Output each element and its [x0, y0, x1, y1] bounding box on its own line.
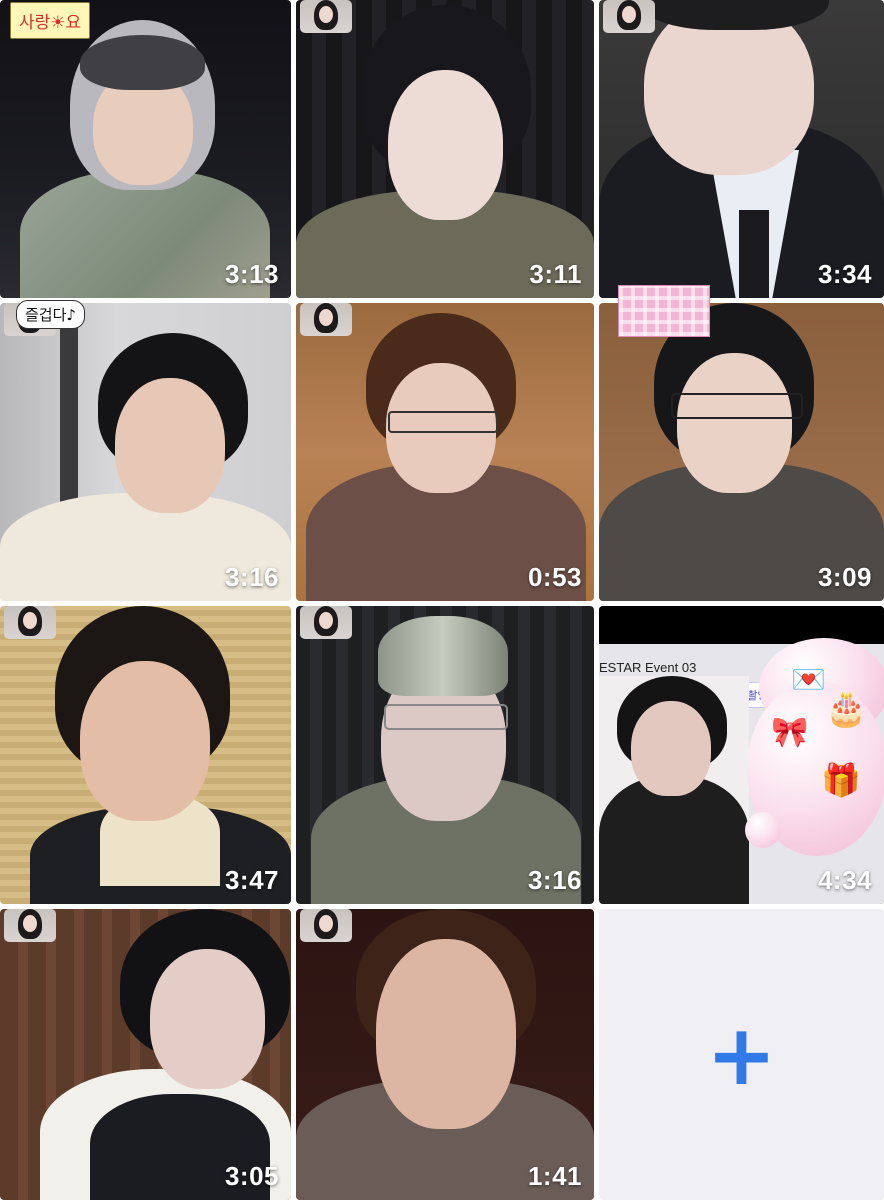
- video-tile[interactable]: 3:13: [0, 0, 291, 298]
- video-tile[interactable]: 3:09: [599, 303, 884, 601]
- video-tile[interactable]: 3:47: [0, 606, 291, 904]
- self-view-pip: [4, 909, 56, 942]
- video-tile[interactable]: 1:41: [296, 909, 594, 1200]
- video-duration: 3:16: [527, 865, 582, 895]
- video-duration: 4:34: [817, 865, 872, 895]
- video-thumbnail: [296, 909, 594, 1200]
- video-thumbnail: ESTAR Event 03 공 사진 촬영이 시작 💌 🎂 🎀 🎁: [599, 606, 884, 904]
- video-duration: 3:47: [224, 865, 279, 895]
- self-view-pip: [4, 606, 56, 639]
- ribbon-icon: 🎀: [771, 715, 809, 750]
- self-view-pip: [300, 909, 352, 942]
- video-thumbnail: [0, 606, 291, 904]
- video-tile[interactable]: 0:53: [296, 303, 594, 601]
- video-duration: 3:05: [224, 1161, 279, 1191]
- video-duration: 3:09: [817, 562, 872, 592]
- video-thumbnail: [296, 303, 594, 601]
- video-thumbnail: [296, 0, 594, 298]
- video-tile[interactable]: 3:16: [296, 606, 594, 904]
- video-tile[interactable]: ESTAR Event 03 공 사진 촬영이 시작 💌 🎂 🎀 🎁 4:34: [599, 606, 884, 904]
- video-call-grid: 3:13 3:11 3:34 3:16 0:53 3:09 3:47 3:16 …: [0, 0, 884, 1200]
- event-label: ESTAR Event 03: [599, 660, 697, 675]
- self-view-pip: [300, 606, 352, 639]
- video-thumbnail: [0, 303, 291, 601]
- video-thumbnail: [296, 606, 594, 904]
- gift-icon: 🎁: [821, 761, 861, 799]
- video-duration: 3:34: [817, 259, 872, 289]
- self-view-pip: [300, 0, 352, 33]
- video-thumbnail: [599, 0, 884, 298]
- video-duration: 1:41: [527, 1161, 582, 1191]
- gingham-sticker: [618, 285, 710, 337]
- plus-icon: +: [706, 1005, 777, 1104]
- video-thumbnail: [0, 0, 291, 298]
- video-thumbnail: [599, 303, 884, 601]
- video-thumbnail: [0, 909, 291, 1200]
- cake-icon: 🎂: [825, 689, 868, 729]
- video-duration: 3:16: [224, 562, 279, 592]
- video-duration: 0:53: [527, 562, 582, 592]
- self-view-pip: [603, 0, 655, 33]
- video-tile[interactable]: 3:16: [0, 303, 291, 601]
- video-tile[interactable]: 3:11: [296, 0, 594, 298]
- fun-sticker: 즐겁다♪: [16, 300, 85, 329]
- love-sticker: 사랑☀요: [10, 2, 91, 39]
- video-duration: 3:11: [529, 259, 582, 289]
- video-tile[interactable]: 3:05: [0, 909, 291, 1200]
- self-view-pip: [300, 303, 352, 336]
- envelope-icon: 💌: [791, 663, 826, 696]
- video-duration: 3:13: [224, 259, 279, 289]
- video-tile[interactable]: 3:34: [599, 0, 884, 298]
- add-video-button[interactable]: +: [599, 909, 884, 1200]
